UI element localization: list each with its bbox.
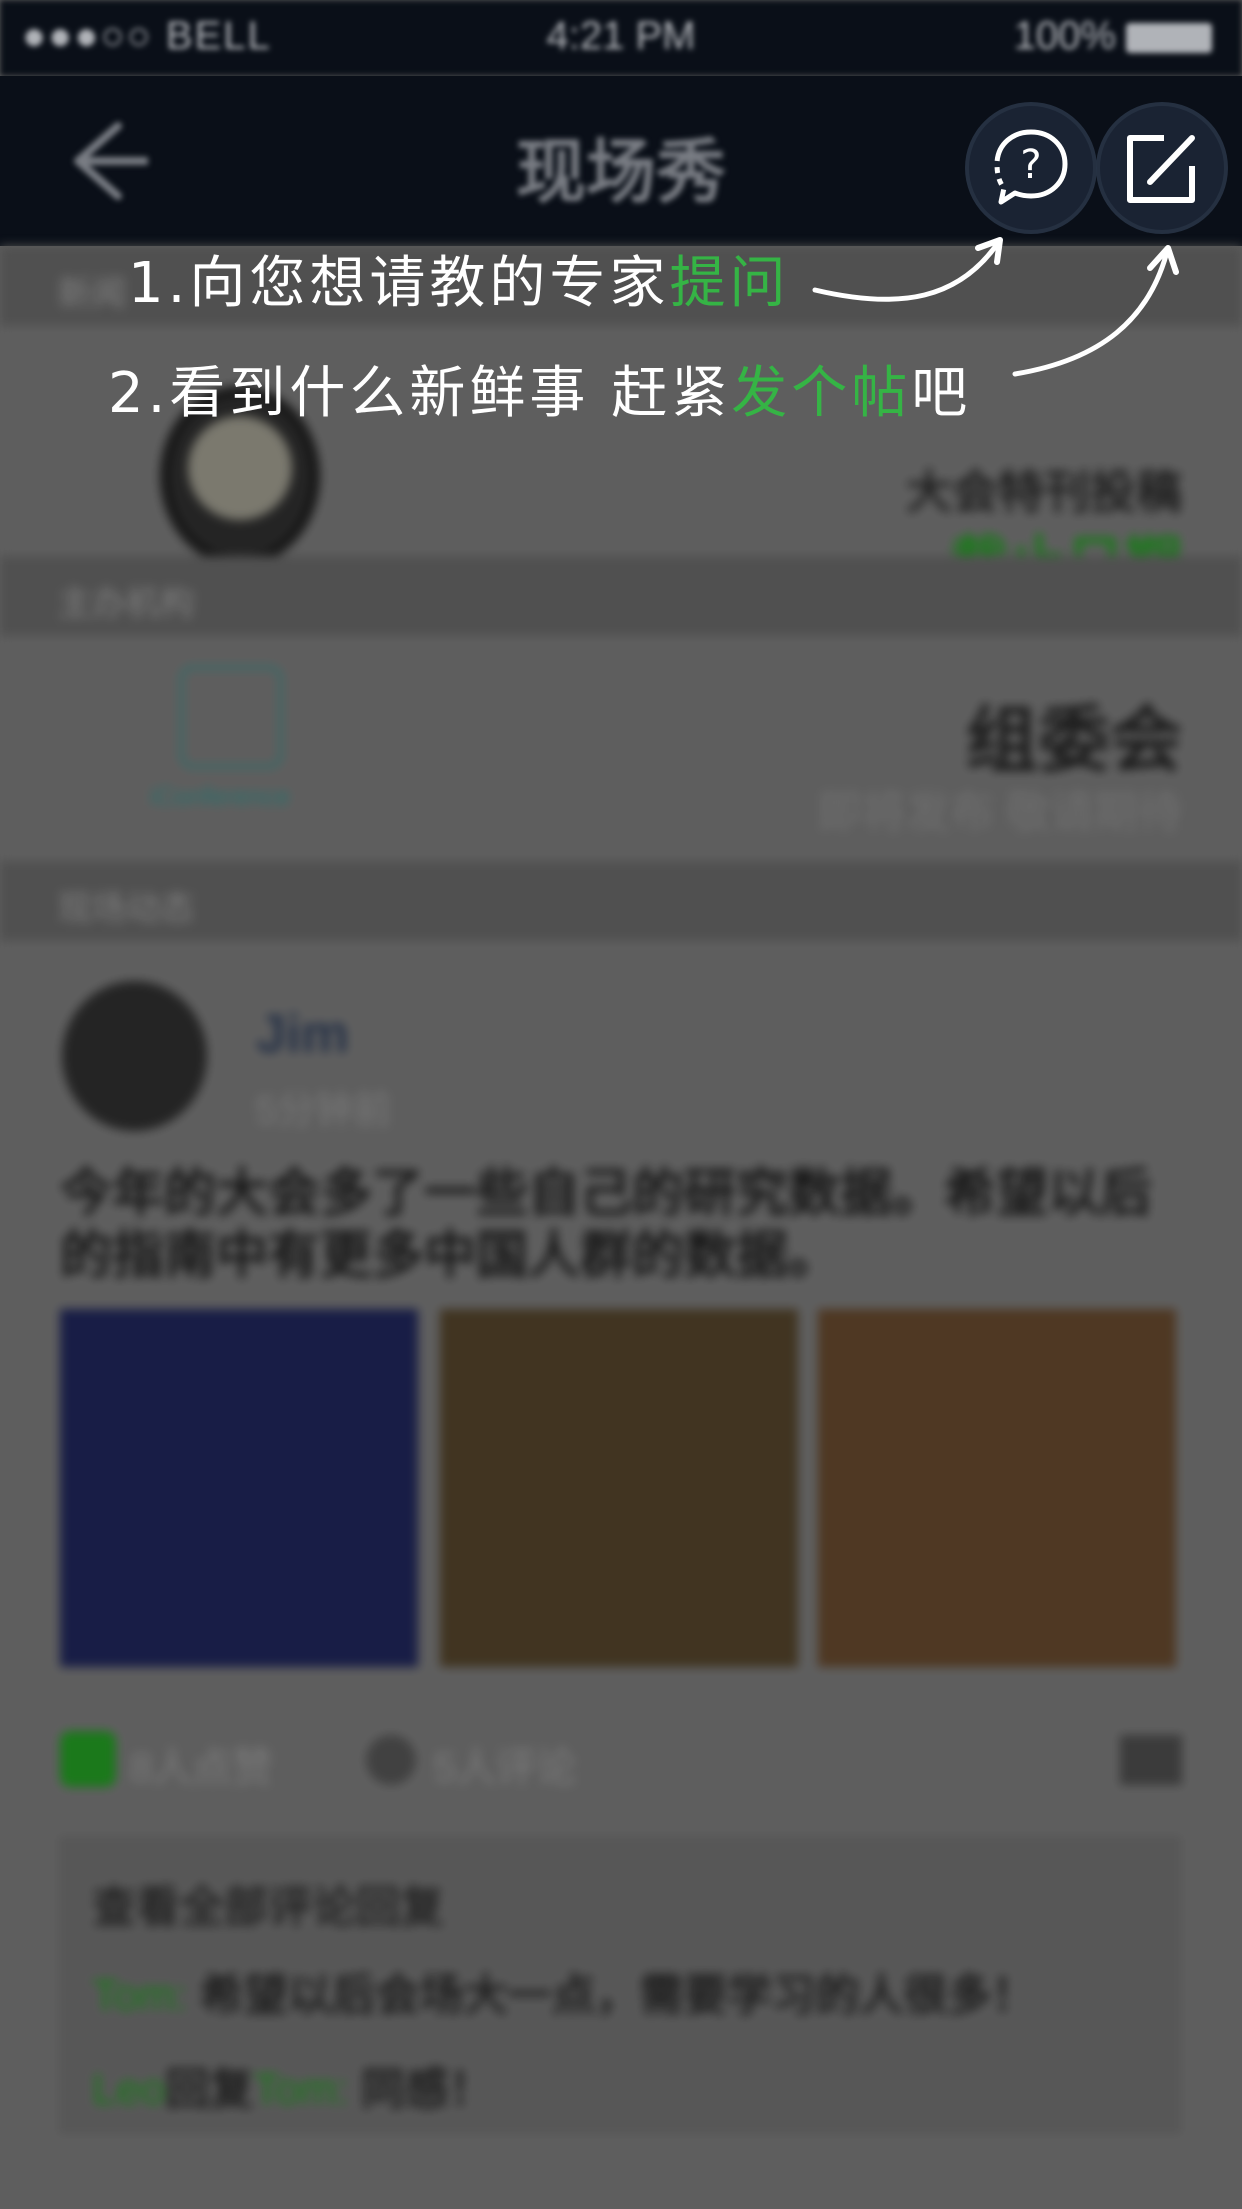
arrow-to-help — [812, 237, 1003, 302]
arrow-to-post — [1012, 245, 1171, 377]
guide-arrows — [812, 237, 1179, 377]
guide-overlay[interactable]: ? 1.向您想请教的专家提问 2.看到什么新鲜事 赶紧发个帖吧 — [0, 0, 1242, 2209]
